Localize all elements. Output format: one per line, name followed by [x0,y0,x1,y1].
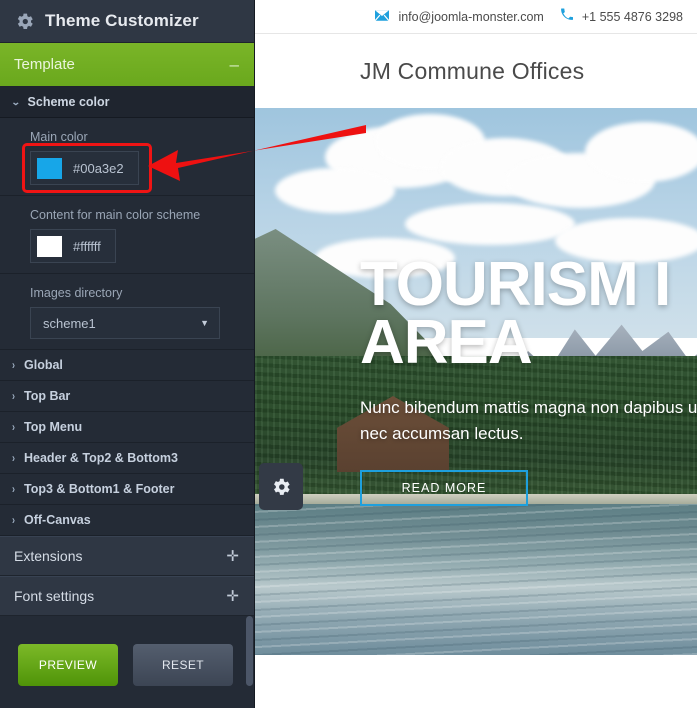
hero-subtitle: Nunc bibendum mattis magna non dapibus u… [360,398,697,443]
contact-email[interactable]: info@joomla-monster.com [374,8,544,26]
section-scheme-color[interactable]: ⌄ Scheme color [0,87,255,118]
plus-icon: ✛ [226,588,239,605]
section-scheme-color-label: Scheme color [27,95,110,109]
chevron-right-icon: › [12,513,15,527]
field-group-content-color: Content for main color scheme #ffffff [0,196,255,274]
main-color-label: Main color [30,130,88,144]
phone-icon [560,8,573,26]
accordion-major-row[interactable]: Font settings ✛ [0,576,255,616]
minus-icon: – [229,55,239,74]
accordion-template-label: Template [14,56,75,73]
accordion-row[interactable]: › Top Bar [0,381,255,412]
hero-title-line1: TOURISM I [360,250,671,319]
envelope-icon [374,8,390,26]
images-directory-select[interactable]: scheme1 ▼ [30,307,220,339]
accordion-row-label: Top3 & Bottom1 & Footer [24,482,175,496]
images-directory-label: Images directory [30,286,123,300]
accordion-row-label: Off-Canvas [24,513,91,527]
accordion-row[interactable]: › Top Menu [0,412,255,443]
accordion-row[interactable]: › Header & Top2 & Bottom3 [0,443,255,474]
content-color-label: Content for main color scheme [30,208,201,222]
contact-email-text: info@joomla-monster.com [398,9,544,24]
accordion-row-label: Top Bar [24,389,71,403]
site-brandbar: JM Commune Offices [255,34,697,108]
main-color-swatch[interactable] [37,157,62,179]
accordion-row[interactable]: › Global [0,350,255,381]
accordion-major-rows: Extensions ✛ Font settings ✛ [0,536,255,616]
site-title: JM Commune Offices [360,57,585,84]
site-preview: info@joomla-monster.com +1 555 4876 3298… [255,0,697,708]
main-color-field[interactable]: #00a3e2 [30,151,139,185]
hero-content: TOURISM I AREA Nunc bibendum mattis magn… [255,108,697,655]
chevron-right-icon: › [12,482,15,496]
contact-phone-text: +1 555 4876 3298 [581,9,683,24]
accordion-row-label: Top Menu [24,420,83,434]
gear-icon [274,478,290,495]
accordion-template[interactable]: Template – [0,43,255,87]
chevron-down-icon: ▼ [200,318,209,328]
plus-icon: ✛ [226,548,239,565]
preview-button[interactable]: PREVIEW [18,644,118,686]
accordion-row[interactable]: › Top3 & Bottom1 & Footer [0,474,255,505]
contact-phone[interactable]: +1 555 4876 3298 [560,8,683,26]
theme-customizer-screen: Theme Customizer Template – ⌄ Scheme col… [0,0,697,708]
sidebar-scrollbar[interactable] [246,616,253,686]
sidebar-title: Theme Customizer [45,11,199,30]
chevron-right-icon: › [12,358,15,372]
accordion-major-row[interactable]: Extensions ✛ [0,536,255,576]
chevron-right-icon: › [12,389,15,403]
chevron-right-icon: › [12,451,15,465]
read-more-button[interactable]: READ MORE [360,470,528,506]
content-color-swatch[interactable] [37,235,62,257]
reset-button[interactable]: RESET [133,644,233,686]
accordion-major-label: Extensions [14,548,83,564]
hero-settings-gear-button[interactable] [259,463,303,510]
main-color-value: #00a3e2 [73,160,124,176]
site-topbar: info@joomla-monster.com +1 555 4876 3298 [255,0,697,34]
accordion-major-label: Font settings [14,588,95,604]
field-group-main-color: Main color #00a3e2 [0,118,255,196]
accordion-rows: › Global › Top Bar › Top Menu › Header & Top2 &… [0,350,255,536]
theme-customizer-sidebar: Theme Customizer Template – ⌄ Scheme col… [0,0,255,708]
accordion-row-label: Global [24,358,63,372]
hero-title-line2: AREA [360,308,533,378]
chevron-right-icon: › [12,420,15,434]
field-group-images-directory: Images directory scheme1 ▼ [0,274,255,350]
gear-icon [14,11,35,32]
hero-title: TOURISM I AREA [360,250,671,378]
accordion-row[interactable]: › Off-Canvas [0,505,255,536]
content-color-field[interactable]: #ffffff [30,229,116,263]
sidebar-header: Theme Customizer [0,0,255,43]
content-color-value: #ffffff [73,238,101,254]
hero-banner: TOURISM I AREA Nunc bibendum mattis magn… [255,108,697,655]
chevron-down-icon: ⌄ [10,96,21,107]
sidebar-actions: PREVIEW RESET [0,616,255,686]
main-color-wrapper: #00a3e2 [22,143,152,193]
images-directory-value: scheme1 [43,315,96,331]
accordion-row-label: Header & Top2 & Bottom3 [24,451,178,465]
